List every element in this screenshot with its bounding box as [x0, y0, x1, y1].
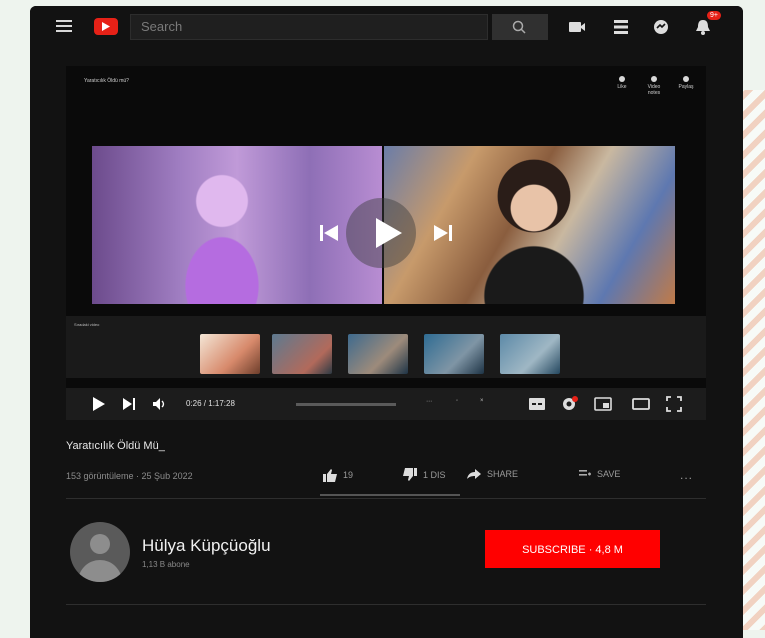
overlay-like-action[interactable]: Like [612, 76, 632, 90]
channel-avatar[interactable] [70, 522, 130, 582]
dislike-label: 1 DIS [423, 470, 446, 480]
speed-chip[interactable]: ⋯ [426, 398, 432, 405]
search-button[interactable] [492, 14, 548, 40]
overlay-share-action[interactable]: Paylaş [676, 76, 696, 90]
channel-subscribers: 1,13 B abone [142, 560, 190, 569]
top-bar: Search 9+ [30, 6, 743, 48]
miniplayer-icon[interactable] [594, 396, 612, 412]
channel-name[interactable]: Hülya Küpçüoğlu [142, 536, 271, 556]
like-button[interactable]: 19 [322, 468, 353, 482]
overlay-notes-label: Video notes [647, 84, 661, 96]
next-icon[interactable] [432, 223, 454, 243]
dislike-button[interactable]: 1 DIS [402, 468, 446, 482]
subscribe-button[interactable]: SUBSCRIBE · 4,8 M [485, 530, 660, 568]
save-playlist-icon [579, 470, 591, 476]
video-participant-right [384, 146, 675, 304]
fullscreen-icon[interactable] [666, 396, 682, 412]
loop-chip[interactable]: ◦ [456, 398, 458, 404]
video-meta: 153 görüntüleme · 25 Şub 2022 [66, 471, 193, 481]
skip-next-icon[interactable] [122, 396, 136, 412]
save-button[interactable]: SAVE [578, 468, 620, 480]
thumbs-up-icon [323, 469, 337, 482]
messages-icon[interactable] [652, 18, 670, 36]
youtube-logo-icon[interactable] [94, 18, 118, 35]
overlay-notes-action[interactable]: Video notes [644, 76, 664, 96]
related-thumbnail[interactable] [200, 334, 260, 374]
play-icon[interactable] [374, 216, 404, 250]
settings-gear-icon[interactable] [560, 396, 578, 412]
player-controls: 0:26 / 1:17:28 ⋯ ◦ × [66, 388, 706, 420]
video-title: Yaratıcılık Öldü Mü_ [66, 440, 165, 452]
notification-badge: 9+ [707, 11, 721, 20]
notifications-bell-icon[interactable] [694, 18, 712, 36]
close-chip[interactable]: × [480, 398, 484, 404]
scrub-track[interactable] [296, 403, 396, 406]
thumbs-label: Sıradaki video [74, 322, 100, 327]
previous-icon[interactable] [318, 223, 340, 243]
avatar-head [90, 534, 110, 554]
notes-dot-icon [651, 76, 657, 82]
apps-grid-icon[interactable] [612, 18, 630, 36]
share-arrow-icon [467, 469, 481, 479]
share-dot-icon [683, 76, 689, 82]
play-pause-icon[interactable] [92, 396, 106, 412]
volume-icon[interactable] [152, 396, 168, 412]
time-display: 0:26 / 1:17:28 [186, 399, 235, 408]
like-dot-icon [619, 76, 625, 82]
youtube-window: Search 9+ Yaratıcılık Öldü mü? Like Vide… [30, 6, 743, 638]
avatar-body [78, 560, 122, 582]
thumbs-down-icon [403, 468, 417, 481]
sentiment-bar [320, 494, 460, 496]
menu-icon[interactable] [56, 20, 72, 32]
related-thumbnail[interactable] [348, 334, 408, 374]
video-player[interactable]: Yaratıcılık Öldü mü? Like Video notes Pa… [66, 66, 706, 416]
share-button[interactable]: SHARE [466, 468, 518, 480]
search-icon [512, 20, 526, 34]
divider [66, 604, 706, 605]
captions-icon[interactable] [528, 396, 546, 412]
more-actions-button[interactable]: ... [680, 468, 693, 482]
theater-mode-icon[interactable] [632, 396, 650, 412]
overlay-like-label: Like [617, 84, 627, 90]
save-label: SAVE [597, 469, 621, 479]
related-thumbnail[interactable] [424, 334, 484, 374]
overlay-share-label: Paylaş [678, 84, 694, 90]
like-count: 19 [343, 470, 354, 480]
create-video-icon[interactable] [568, 18, 586, 36]
video-overlay-title: Yaratıcılık Öldü mü? [84, 78, 129, 84]
related-thumbnail[interactable] [272, 334, 332, 374]
related-thumbnail[interactable] [500, 334, 560, 374]
share-label: SHARE [487, 469, 519, 479]
search-input[interactable]: Search [130, 14, 488, 40]
divider [66, 498, 706, 499]
related-thumbnails-strip: Sıradaki video [66, 316, 706, 378]
